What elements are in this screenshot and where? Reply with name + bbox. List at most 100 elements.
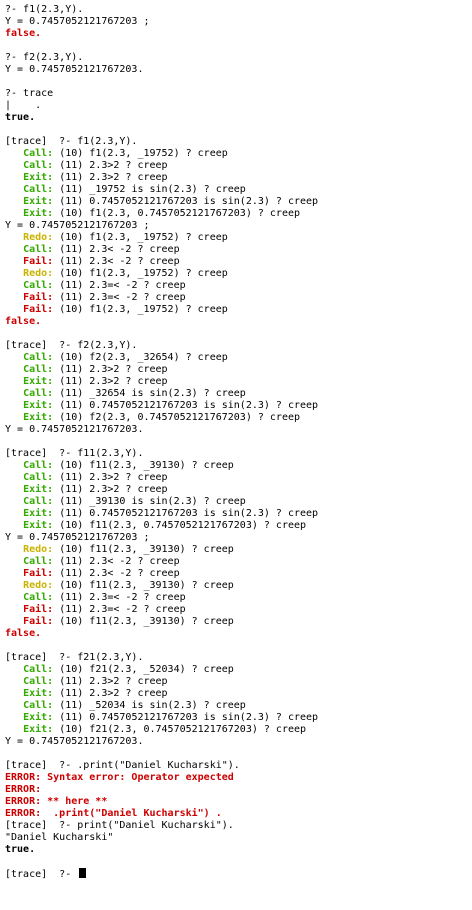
console-text: (11) 2.3< -2 ? creep (53, 244, 180, 255)
trace-port-label: Exit: (23, 376, 54, 387)
console-text: [trace] ?- f11(2.3,Y). (5, 448, 144, 459)
console-text: (10) f21(2.3, 0.7457052121767203) ? cree… (53, 724, 307, 735)
console-line: Call: (11) 2.3>2 ? creep (5, 364, 472, 376)
console-text: [trace] ?- f2(2.3,Y). (5, 340, 138, 351)
terminal-output[interactable]: ?- f1(2.3,Y). Y = 0.7457052121767203 ; fal… (0, 0, 472, 910)
console-text: (11) _19752 is sin(2.3) ? creep (53, 184, 246, 195)
console-line: Redo: (10) f1(2.3, _19752) ? creep (5, 268, 472, 280)
text-cursor (79, 868, 87, 878)
console-line: Call: (11) 2.3>2 ? creep (5, 472, 472, 484)
console-line: Exit: (11) 2.3>2 ? creep (5, 688, 472, 700)
trace-port-label: Call: (23, 472, 54, 483)
console-line: Call: (11) _52034 is sin(2.3) ? creep (5, 700, 472, 712)
console-line: Call: (11) _19752 is sin(2.3) ? creep (5, 184, 472, 196)
console-line: ERROR: Syntax error: Operator expected (5, 772, 472, 784)
trace-port-label: Exit: (23, 484, 54, 495)
trace-port-label: Call: (23, 280, 54, 291)
console-text: (10) f21(2.3, _52034) ? creep (53, 664, 234, 675)
console-text: true. (5, 844, 36, 855)
trace-port-label: Call: (23, 700, 54, 711)
console-text: [trace] ?- f1(2.3,Y). (5, 136, 138, 147)
trace-port-label: Fail: (23, 292, 54, 303)
console-line: Fail: (11) 2.3=< -2 ? creep (5, 292, 472, 304)
console-text: (10) f1(2.3, _19752) ? creep (53, 148, 228, 159)
trace-port-label: ERROR: (5, 784, 42, 795)
console-text: (10) f2(2.3, 0.7457052121767203) ? creep (53, 412, 301, 423)
trace-port-label: Call: (23, 184, 54, 195)
console-line: "Daniel Kucharski" (5, 832, 472, 844)
trace-port-label: Exit: (23, 208, 54, 219)
console-text: true. (5, 112, 36, 123)
trace-port-label: Call: (23, 592, 54, 603)
console-line: ?- trace (5, 88, 472, 100)
console-line: Y = 0.7457052121767203 ; (5, 532, 472, 544)
console-line: Fail: (11) 2.3< -2 ? creep (5, 256, 472, 268)
console-line: ?- f2(2.3,Y). (5, 52, 472, 64)
console-text: (11) 2.3>2 ? creep (53, 364, 168, 375)
console-line: [trace] ?- f1(2.3,Y). (5, 136, 472, 148)
console-line: Exit: (10) f1(2.3, 0.7457052121767203) ?… (5, 208, 472, 220)
console-text: (10) f11(2.3, 0.7457052121767203) ? cree… (53, 520, 307, 531)
console-line: Fail: (10) f1(2.3, _19752) ? creep (5, 304, 472, 316)
console-line: [trace] ?- print("Daniel Kucharski"). (5, 820, 472, 832)
console-text: Y = 0.7457052121767203. (5, 424, 144, 435)
console-text: ?- f2(2.3,Y). (5, 52, 84, 63)
console-line: Call: (10) f2(2.3, _32654) ? creep (5, 352, 472, 364)
console-line: Fail: (11) 2.3=< -2 ? creep (5, 604, 472, 616)
console-line: Redo: (10) f11(2.3, _39130) ? creep (5, 580, 472, 592)
trace-port-label: Call: (23, 160, 54, 171)
console-text: (11) 2.3>2 ? creep (53, 160, 168, 171)
console-text: (11) _32654 is sin(2.3) ? creep (53, 388, 246, 399)
console-text: (10) f1(2.3, 0.7457052121767203) ? creep (53, 208, 301, 219)
trace-port-label: Exit: (23, 712, 54, 723)
console-line: Exit: (11) 2.3>2 ? creep (5, 484, 472, 496)
console-text: Y = 0.7457052121767203 ; (5, 532, 150, 543)
console-line: | . (5, 100, 472, 112)
console-line: Redo: (10) f11(2.3, _39130) ? creep (5, 544, 472, 556)
trace-port-label: Redo: (23, 268, 54, 279)
console-text: (11) 2.3>2 ? creep (53, 376, 168, 387)
console-line: ?- f1(2.3,Y). (5, 4, 472, 16)
console-line: Call: (11) _39130 is sin(2.3) ? creep (5, 496, 472, 508)
console-text: | . (5, 100, 42, 111)
console-line: false. (5, 316, 472, 328)
console-text: Y = 0.7457052121767203 ; (5, 220, 150, 231)
console-text: (11) _39130 is sin(2.3) ? creep (53, 496, 246, 507)
console-line: Redo: (10) f1(2.3, _19752) ? creep (5, 232, 472, 244)
console-text: Y = 0.7457052121767203. (5, 64, 144, 75)
trace-port-label: Exit: (23, 412, 54, 423)
trace-port-label: Call: (23, 244, 54, 255)
trace-port-label: Call: (23, 388, 54, 399)
console-line: Call: (11) 2.3=< -2 ? creep (5, 280, 472, 292)
trace-port-label: Call: (23, 496, 54, 507)
console-text: "Daniel Kucharski" (5, 832, 114, 843)
console-text: (10) f1(2.3, _19752) ? creep (53, 232, 228, 243)
console-line: Exit: (11) 2.3>2 ? creep (5, 172, 472, 184)
trace-port-label: false. (5, 28, 42, 39)
console-text: (11) 2.3=< -2 ? creep (53, 604, 186, 615)
console-line: ERROR: ** here ** (5, 796, 472, 808)
console-text: ?- f1(2.3,Y). (5, 4, 84, 15)
console-line: Y = 0.7457052121767203. (5, 64, 472, 76)
console-line: [trace] ?- .print("Daniel Kucharski"). (5, 760, 472, 772)
console-line: Exit: (11) 0.7457052121767203 is sin(2.3… (5, 400, 472, 412)
console-line: [trace] ?- f2(2.3,Y). (5, 340, 472, 352)
